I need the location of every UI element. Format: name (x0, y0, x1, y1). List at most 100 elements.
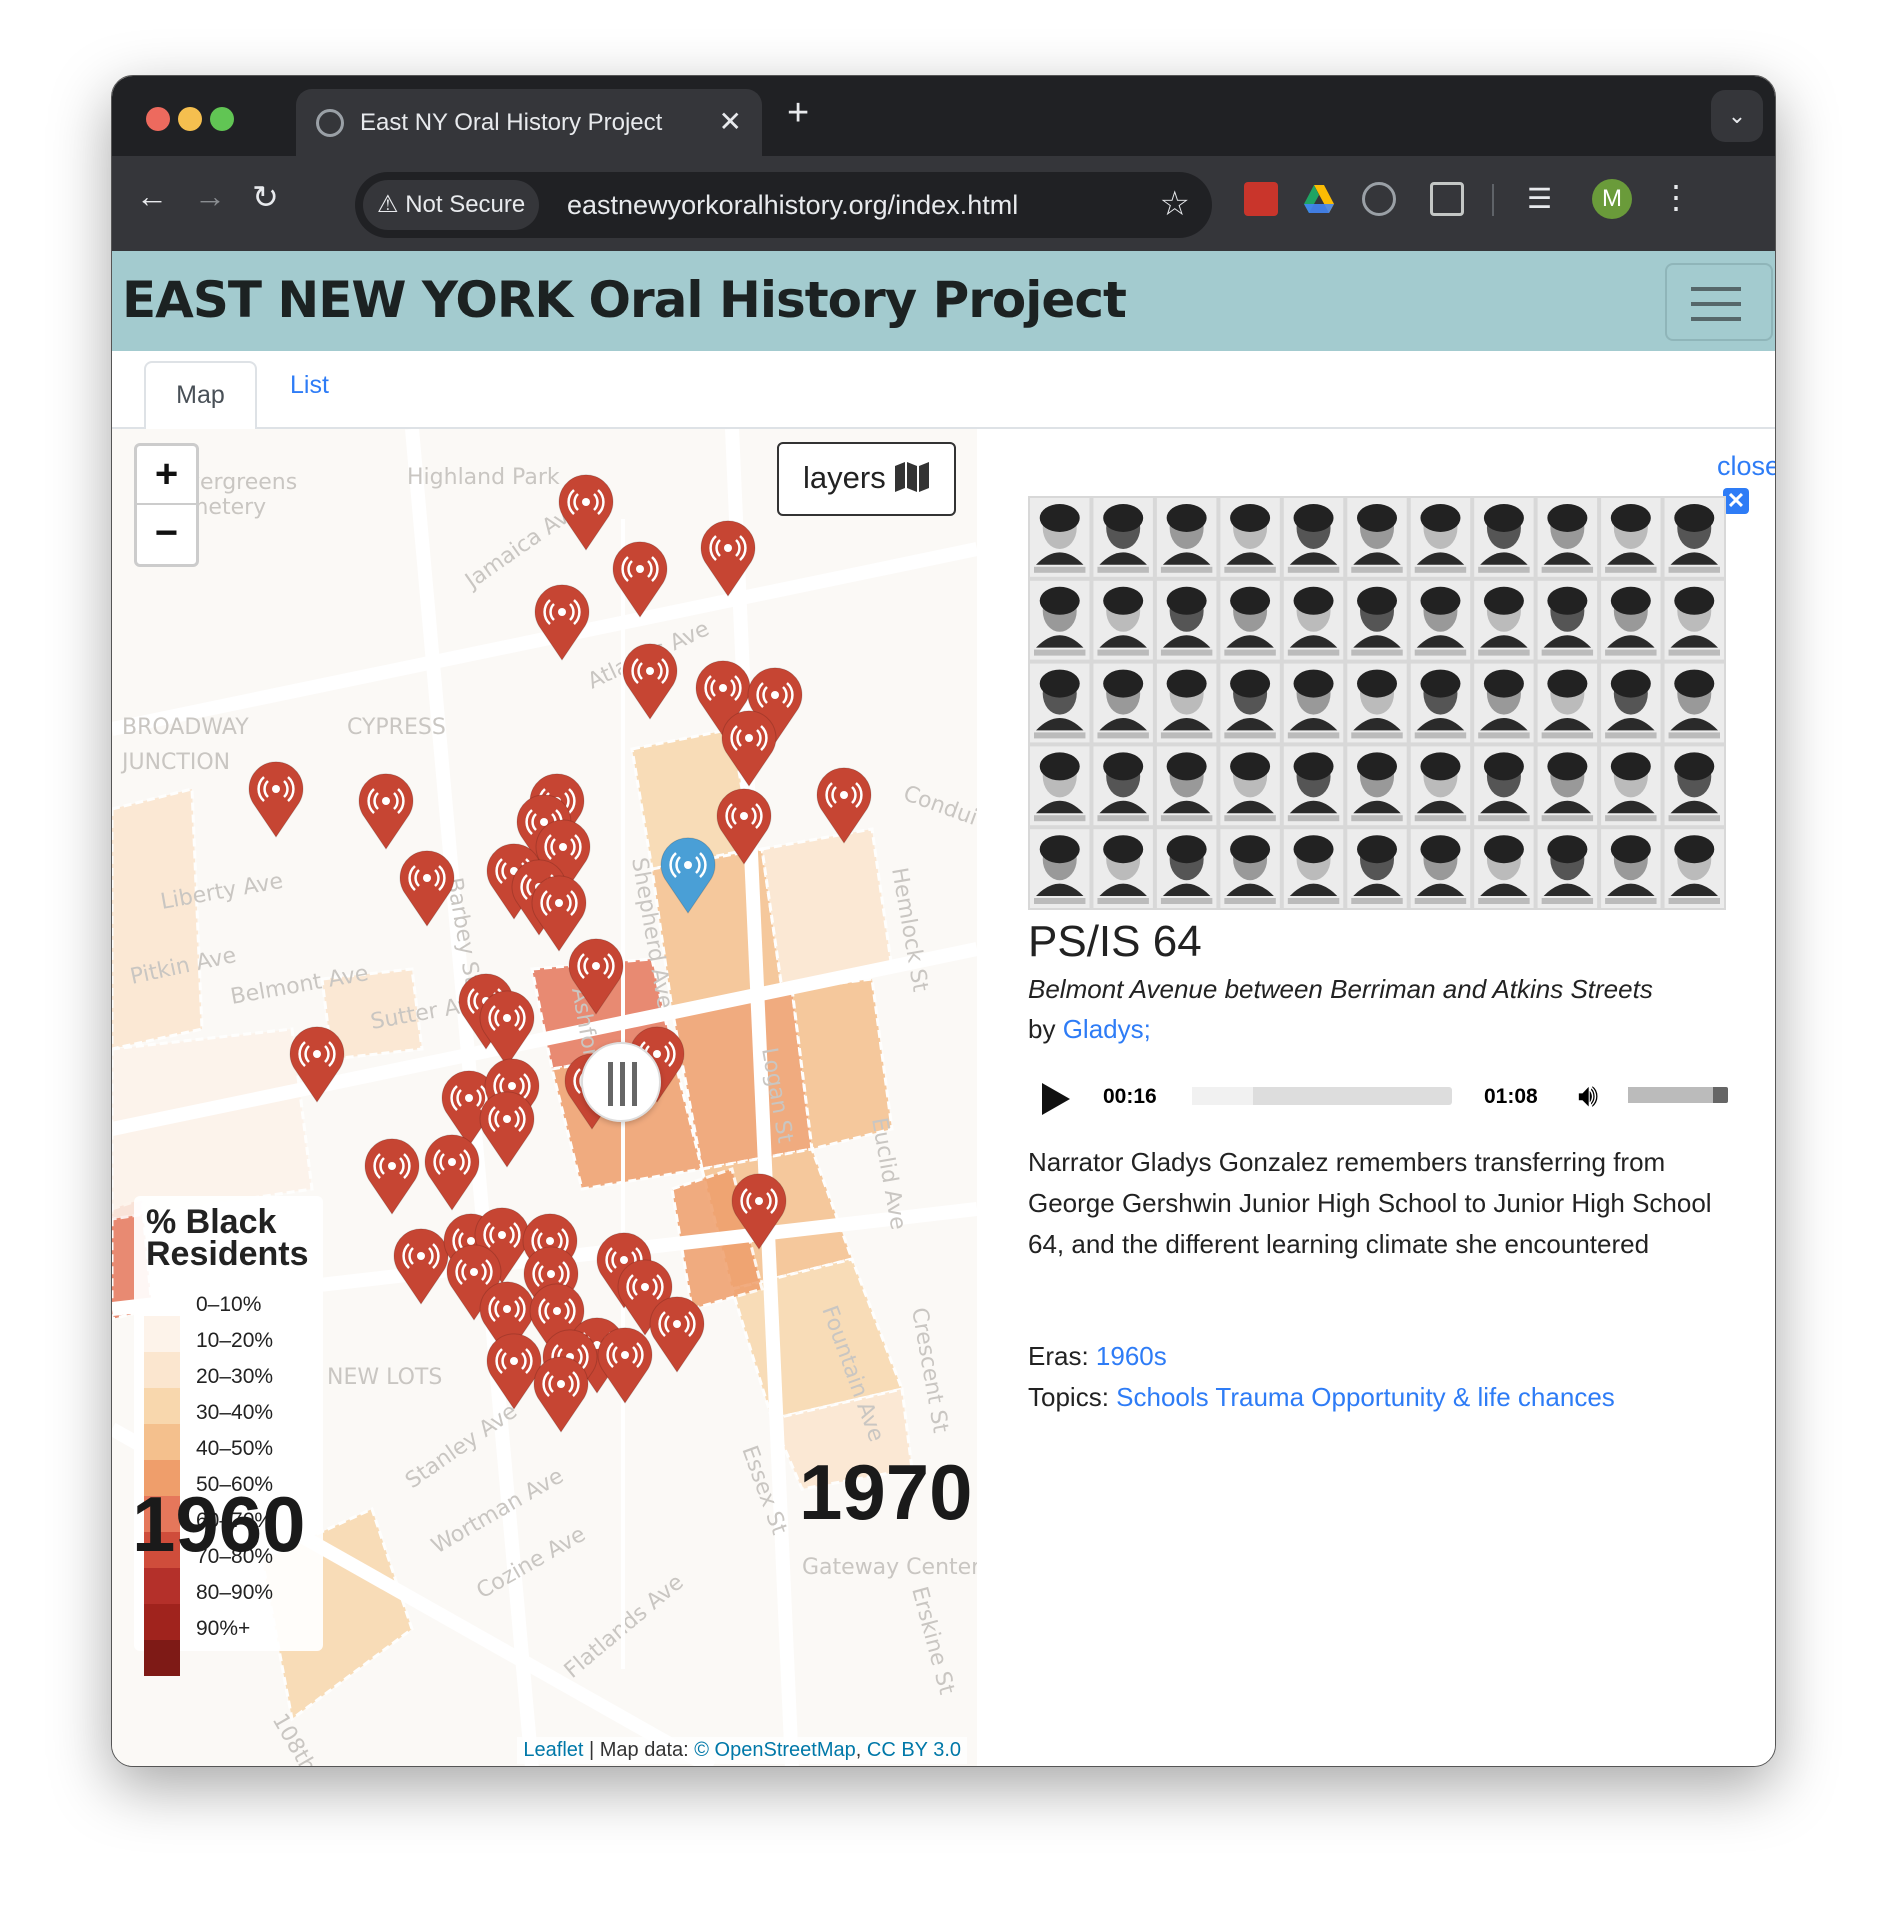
story-marker[interactable] (648, 1294, 706, 1374)
story-byline: by Gladys; (1028, 1014, 1151, 1045)
story-marker[interactable] (532, 1354, 590, 1434)
legend-swatch (144, 1568, 180, 1604)
toolbar-divider (1492, 184, 1494, 216)
student-portrait (1220, 746, 1280, 826)
topic-link[interactable]: Schools (1116, 1382, 1209, 1412)
address-bar[interactable]: ⚠ Not Secure eastnewyorkoralhistory.org/… (355, 172, 1212, 238)
story-marker[interactable] (357, 771, 415, 851)
play-icon[interactable] (1042, 1083, 1070, 1115)
selected-story-marker[interactable] (659, 835, 717, 915)
topic-link[interactable]: Opportunity & life chances (1311, 1382, 1615, 1412)
story-marker[interactable] (288, 1024, 346, 1104)
site-title[interactable]: EAST NEW YORK Oral History Project (122, 271, 1127, 329)
story-marker[interactable] (478, 1089, 536, 1169)
student-portrait (1537, 829, 1598, 908)
minimize-window-button[interactable] (178, 107, 202, 131)
tab-search-button[interactable]: ⌄ (1711, 90, 1763, 142)
maximize-window-button[interactable] (210, 107, 234, 131)
census-tract[interactable] (112, 787, 204, 1051)
leaflet-link[interactable]: Leaflet (523, 1739, 583, 1761)
story-marker[interactable] (398, 848, 456, 928)
story-marker[interactable] (557, 472, 615, 552)
student-portrait (1030, 498, 1090, 577)
student-portrait (1283, 580, 1344, 660)
bookmark-star-icon[interactable]: ☆ (1160, 184, 1190, 224)
street-label: NEW LOTS (327, 1365, 442, 1390)
extension-icon[interactable] (1362, 182, 1396, 216)
volume-slider[interactable] (1628, 1087, 1728, 1103)
story-location: Belmont Avenue between Berriman and Atki… (1028, 974, 1653, 1004)
student-portrait (1601, 829, 1661, 908)
map-view[interactable]: Highland Park vergreens metery Jamaica Ave A… (112, 429, 977, 1768)
street-label: BROADWAY (122, 715, 249, 740)
google-drive-icon[interactable] (1302, 182, 1336, 216)
story-marker[interactable] (596, 1325, 654, 1405)
hamburger-menu-button[interactable] (1665, 263, 1773, 341)
extensions-puzzle-icon[interactable] (1430, 182, 1464, 216)
layers-button[interactable]: layers (777, 442, 956, 516)
story-marker[interactable] (533, 582, 591, 662)
student-portrait (1537, 746, 1598, 826)
story-marker[interactable] (621, 641, 679, 721)
student-portrait (1537, 498, 1598, 577)
story-marker[interactable] (720, 708, 778, 788)
swipe-handle[interactable] (581, 1042, 661, 1122)
left-year-label: 1960 (132, 1480, 306, 1568)
student-portrait (1664, 580, 1724, 660)
topic-link[interactable]: Trauma (1215, 1382, 1304, 1412)
street-label: 108th St (267, 1710, 336, 1768)
media-control-icon[interactable]: ☰ (1527, 182, 1552, 215)
street-label: Highland Park (407, 465, 560, 490)
story-marker[interactable] (611, 539, 669, 619)
story-eras: Eras: 1960s (1028, 1341, 1167, 1372)
student-portrait (1347, 746, 1407, 826)
student-portrait (1347, 663, 1407, 743)
globe-icon (316, 109, 344, 137)
profile-avatar[interactable]: M (1592, 179, 1632, 219)
legend-label: 90%+ (196, 1617, 251, 1640)
student-portrait (1537, 663, 1598, 743)
security-indicator[interactable]: ⚠ Not Secure (363, 180, 540, 230)
osm-link[interactable]: © OpenStreetMap (694, 1739, 855, 1761)
license-link[interactable]: CC BY 3.0 (867, 1739, 961, 1761)
story-marker[interactable] (730, 1171, 788, 1251)
story-marker[interactable] (815, 765, 873, 845)
story-marker[interactable] (567, 936, 625, 1016)
browser-tab[interactable]: East NY Oral History Project ✕ (296, 89, 762, 156)
student-portrait (1474, 663, 1534, 743)
lastpass-extension-icon[interactable] (1244, 182, 1278, 216)
zoom-in-button[interactable]: + (137, 446, 196, 505)
kebab-menu-icon[interactable]: ⋮ (1660, 178, 1692, 216)
student-portrait (1410, 663, 1471, 743)
reload-icon[interactable]: ↻ (252, 178, 279, 216)
legend-label: 0–10% (196, 1293, 262, 1316)
student-portrait (1030, 580, 1090, 660)
audio-player: 00:16 01:08 🔊︎ (1028, 1069, 1728, 1129)
site-header: EAST NEW YORK Oral History Project (112, 251, 1775, 351)
legend-swatch (144, 1640, 180, 1676)
close-icon: ✕ (1723, 488, 1749, 514)
story-marker[interactable] (699, 518, 757, 598)
legend-label: 20–30% (196, 1365, 274, 1388)
story-marker[interactable] (363, 1136, 421, 1216)
tab-map[interactable]: Map (144, 361, 257, 431)
close-window-button[interactable] (146, 107, 170, 131)
narrator-link[interactable]: Gladys; (1063, 1014, 1151, 1044)
forward-icon[interactable]: → (194, 178, 226, 215)
back-icon[interactable]: ← (136, 178, 168, 215)
audio-seek-bar[interactable] (1192, 1087, 1452, 1105)
new-tab-button[interactable]: + (787, 92, 809, 135)
story-marker[interactable] (247, 759, 305, 839)
student-portrait (1410, 746, 1471, 826)
zoom-out-button[interactable]: − (137, 505, 196, 564)
close-tab-icon[interactable]: ✕ (719, 105, 742, 138)
volume-icon[interactable]: 🔊︎ (1578, 1077, 1598, 1115)
era-link[interactable]: 1960s (1096, 1341, 1167, 1371)
story-marker[interactable] (423, 1132, 481, 1212)
url-text[interactable]: eastnewyorkoralhistory.org/index.html (567, 190, 1018, 221)
student-portrait (1601, 746, 1661, 826)
tab-title: East NY Oral History Project (360, 109, 663, 136)
tab-list[interactable]: List (290, 371, 329, 400)
legend-swatch (144, 1424, 180, 1460)
story-marker[interactable] (715, 786, 773, 866)
